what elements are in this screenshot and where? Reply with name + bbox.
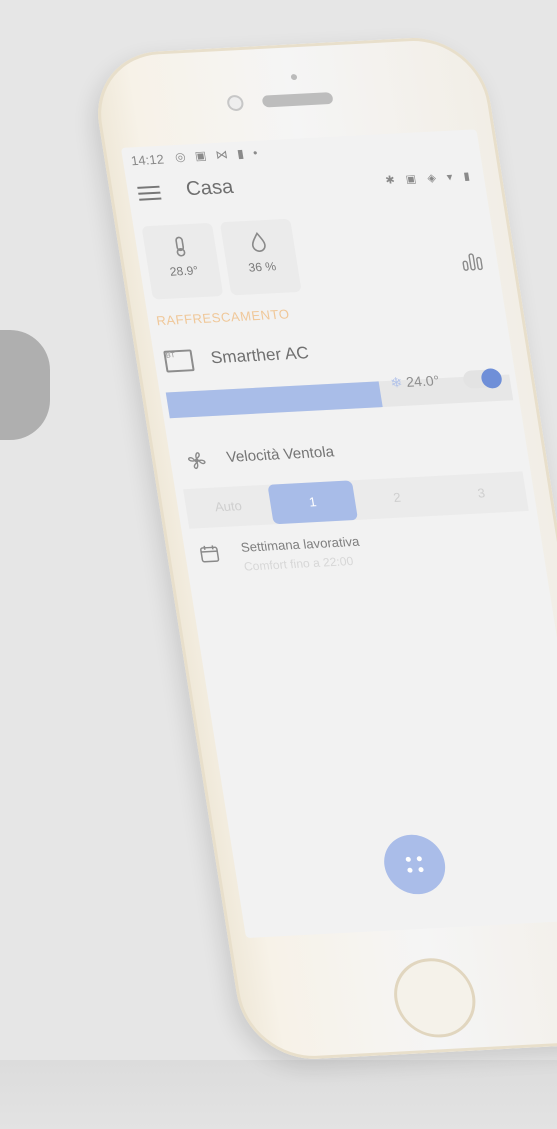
fan-option-1[interactable]: 1	[267, 480, 359, 525]
fan-option-3[interactable]: 3	[436, 472, 527, 516]
setpoint-readout: ❄ 24.0°	[389, 372, 440, 391]
air-conditioner-icon: BT	[163, 349, 195, 373]
schedule-title: Settimana lavorativa	[239, 533, 361, 555]
toggle-knob	[479, 368, 504, 389]
fab-dot	[418, 867, 424, 873]
calendar-icon	[200, 545, 220, 563]
phone-device: 14:12 ◎ ▣ ⋈ ▮ • ✱ ▣ ◈ ▾ ▮ Casa 28.9° 36 …	[88, 34, 557, 1063]
device-icon-text: BT	[165, 352, 176, 360]
temperature-value: 28.9°	[168, 263, 200, 279]
background-desk	[0, 1060, 557, 1129]
page-title: Casa	[184, 175, 235, 201]
power-toggle[interactable]	[462, 368, 504, 389]
fan-icon	[187, 452, 206, 470]
water-drop-icon	[251, 231, 266, 252]
fan-speed-label: Velocità Ventola	[225, 443, 336, 466]
app-screen: 14:12 ◎ ▣ ⋈ ▮ • ✱ ▣ ◈ ▾ ▮ Casa 28.9° 36 …	[120, 129, 557, 939]
humidity-card[interactable]: 36 %	[219, 218, 302, 296]
fab-dot	[405, 856, 412, 862]
thermometer-icon	[175, 236, 186, 257]
snowflake-icon: ❄	[389, 374, 404, 391]
proximity-sensor	[290, 73, 298, 81]
schedule-subtitle: Comfort fino a 22:00	[242, 554, 355, 574]
schedule-row[interactable]: Settimana lavorativa Comfort fino a 22:0…	[183, 520, 547, 594]
temperature-card[interactable]: 28.9°	[141, 222, 224, 300]
menu-icon[interactable]	[137, 182, 162, 201]
background-object	[0, 330, 50, 440]
temperature-slider-fill	[165, 381, 383, 419]
fab-dot	[416, 856, 423, 862]
fab-menu-button[interactable]	[379, 833, 450, 896]
section-title: RAFFRESCAMENTO	[155, 306, 291, 329]
fan-speed-selector: Auto 1 2 3	[183, 471, 529, 529]
setpoint-value: 24.0°	[404, 372, 441, 390]
fan-option-auto[interactable]: Auto	[183, 485, 274, 529]
fab-dot	[407, 867, 413, 873]
fan-speed-row: Velocità Ventola	[168, 426, 529, 480]
fan-option-2[interactable]: 2	[352, 476, 443, 520]
device-name: Smarther AC	[209, 343, 311, 368]
status-notification-icons: ◎ ▣ ⋈ ▮ •	[173, 145, 262, 164]
statistics-icon[interactable]	[459, 250, 484, 271]
status-time: 14:12	[129, 151, 165, 169]
humidity-value: 36 %	[247, 259, 278, 275]
